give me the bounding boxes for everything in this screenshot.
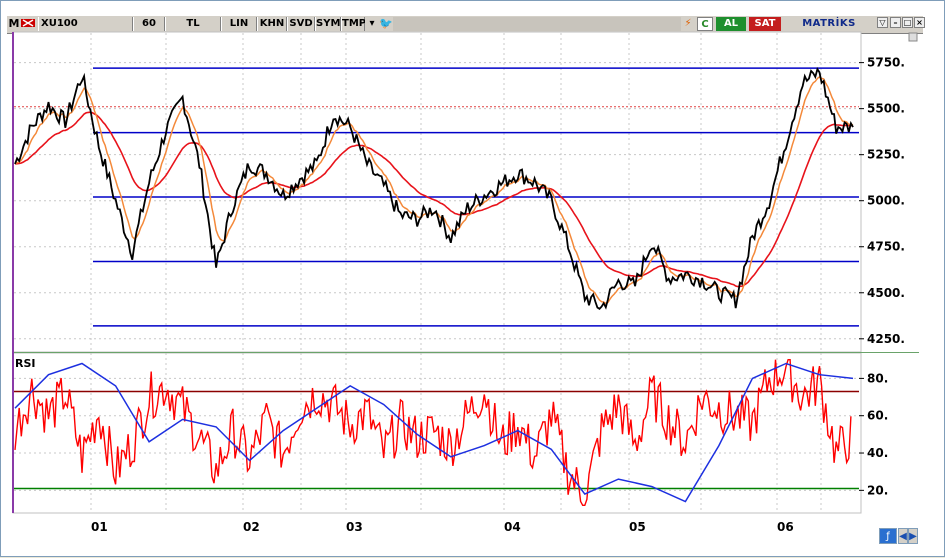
axis-layer: 4250. 4500. 4750. 5000. 5250. 5500. 5750. 20. 40… (859, 56, 905, 497)
price-tick-label: 4750. (867, 240, 905, 254)
chart-canvas: 4250. 4500. 4750. 5000. 5250. 5500. 5750. 20. 40… (12, 31, 919, 514)
price-tick-label: 4250. (867, 332, 905, 346)
rsi-tick-label: 60. (867, 409, 888, 423)
price-tick-label: 5000. (867, 194, 905, 208)
scroll-right-icon[interactable]: ▶ (908, 528, 918, 544)
rsi-tick-label: 40. (867, 446, 888, 460)
panel-maximize-icon[interactable] (908, 32, 918, 42)
date-label: 05 (629, 520, 646, 534)
scroll-left-icon[interactable]: ◀ (898, 528, 908, 544)
chart-window: M XU100 60 TL LIN KHN SVD SYM TMP ▾ 🐦 ⚡ … (0, 0, 945, 557)
rsi-tick-label: 80. (867, 371, 888, 385)
price-tick-label: 5750. (867, 56, 905, 70)
date-label: 04 (504, 520, 521, 534)
date-label: 06 (777, 520, 794, 534)
date-label: 02 (243, 520, 260, 534)
price-panel (12, 31, 862, 353)
date-label: 01 (91, 520, 108, 534)
date-label: 03 (346, 520, 363, 534)
price-tick-label: 5250. (867, 148, 905, 162)
price-tick-label: 4500. (867, 286, 905, 300)
function-icon[interactable]: ƒ (879, 528, 897, 544)
price-tick-label: 5500. (867, 102, 905, 116)
rsi-title: RSI (15, 357, 36, 370)
rsi-tick-label: 20. (867, 483, 888, 497)
